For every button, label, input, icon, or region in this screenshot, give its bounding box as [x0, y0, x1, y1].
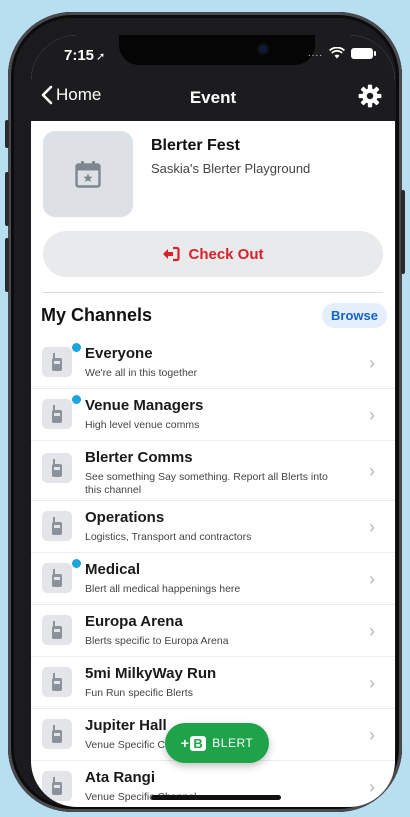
- channel-name: Jupiter Hall: [85, 717, 167, 734]
- sign-out-icon: [163, 246, 181, 262]
- walkie-talkie-icon: [52, 459, 62, 477]
- walkie-talkie-icon: [52, 725, 62, 743]
- phone-frame: 7:15 ➚ .... Home Event Blerter Fest Sask…: [5, 12, 405, 812]
- chevron-right-icon: ›: [369, 621, 375, 641]
- status-indicators: ....: [307, 47, 376, 59]
- channel-name: Blerter Comms: [85, 449, 193, 466]
- divider: [43, 292, 383, 293]
- check-out-button[interactable]: Check Out: [43, 231, 383, 277]
- notch: [119, 35, 315, 65]
- channel-icon-box: [42, 347, 72, 377]
- page-title: Event: [189, 88, 237, 107]
- blert-label: BLERT: [212, 736, 254, 750]
- event-subtitle: Saskia's Blerter Playground: [151, 161, 311, 176]
- chevron-right-icon: ›: [369, 569, 375, 589]
- channel-description: We're all in this together: [85, 367, 198, 379]
- chevron-right-icon: ›: [369, 673, 375, 693]
- channel-icon-box: [42, 771, 72, 801]
- event-title: Blerter Fest: [151, 137, 240, 154]
- chevron-right-icon: ›: [369, 461, 375, 481]
- app-screen: 7:15 ➚ .... Home Event Blerter Fest Sask…: [31, 35, 395, 807]
- home-indicator: [151, 795, 281, 800]
- channel-name: Medical: [85, 561, 141, 578]
- channel-icon-box: [42, 453, 72, 483]
- settings-gear-icon[interactable]: [357, 83, 383, 109]
- channel-name: Everyone: [85, 345, 153, 362]
- power-button: [401, 190, 405, 274]
- signal-dots: ....: [307, 47, 323, 59]
- channel-icon-box: [42, 667, 72, 697]
- volume-down-button: [5, 238, 9, 292]
- check-out-label: Check Out: [188, 245, 264, 263]
- chevron-right-icon: ›: [369, 777, 375, 797]
- nav-bar: Home Event: [31, 79, 395, 121]
- chevron-right-icon: ›: [369, 725, 375, 745]
- volume-up-button: [5, 172, 9, 226]
- battery-icon: [351, 47, 376, 59]
- unread-indicator: [72, 559, 81, 568]
- event-thumbnail: [43, 131, 133, 217]
- walkie-talkie-icon: [52, 569, 62, 587]
- unread-indicator: [72, 395, 81, 404]
- channel-icon-box: [42, 719, 72, 749]
- walkie-talkie-icon: [52, 621, 62, 639]
- channel-icon-box: [42, 563, 72, 593]
- camera: [259, 45, 267, 53]
- channel-item-venue-managers[interactable]: Venue Managers High level venue comms ›: [31, 389, 395, 441]
- channel-item-milkyway-run[interactable]: 5mi MilkyWay Run Fun Run specific Blerts…: [31, 657, 395, 709]
- channel-description: Logistics, Transport and contractors: [85, 531, 252, 543]
- wifi-icon: [329, 47, 345, 59]
- walkie-talkie-icon: [52, 405, 62, 423]
- channel-description: See something Say something. Report all …: [85, 471, 328, 496]
- channel-description: Fun Run specific Blerts: [85, 687, 193, 699]
- channel-item-everyone[interactable]: Everyone We're all in this together ›: [31, 337, 395, 389]
- blert-logo-icon: + B: [181, 735, 207, 751]
- walkie-talkie-icon: [52, 673, 62, 691]
- walkie-talkie-icon: [52, 777, 62, 795]
- channel-name: Europa Arena: [85, 613, 183, 630]
- channel-item-ata-rangi[interactable]: Ata Rangi Venue Specific Channel ›: [31, 761, 395, 807]
- channel-name: Operations: [85, 509, 165, 526]
- walkie-talkie-icon: [52, 353, 62, 371]
- location-arrow-icon: ➚: [96, 51, 106, 63]
- browse-button[interactable]: Browse: [322, 303, 387, 328]
- channel-item-operations[interactable]: Operations Logistics, Transport and cont…: [31, 501, 395, 553]
- unread-indicator: [72, 343, 81, 352]
- channel-name: Ata Rangi: [85, 769, 156, 786]
- top-bar: 7:15 ➚ .... Home Event: [31, 35, 395, 121]
- calendar-star-icon: [75, 161, 101, 188]
- channel-icon-box: [42, 399, 72, 429]
- channel-icon-box: [42, 511, 72, 541]
- chevron-right-icon: ›: [369, 405, 375, 425]
- channel-item-medical[interactable]: Medical Blert all medical happenings her…: [31, 553, 395, 605]
- channels-section-title: My Channels: [41, 305, 153, 325]
- channel-name: Venue Managers: [85, 397, 204, 414]
- channel-description: Blerts specific to Europa Arena: [85, 635, 229, 647]
- channel-description: Blert all medical happenings here: [85, 583, 241, 595]
- channel-item-europa-arena[interactable]: Europa Arena Blerts specific to Europa A…: [31, 605, 395, 657]
- channel-description: High level venue comms: [85, 419, 200, 431]
- status-time: 7:15 ➚: [64, 47, 106, 64]
- event-header: Blerter Fest Saskia's Blerter Playground: [43, 131, 383, 217]
- blert-plus: +: [180, 735, 190, 751]
- blert-button[interactable]: + B BLERT: [165, 723, 269, 763]
- blert-logo-letter: B: [190, 735, 207, 751]
- walkie-talkie-icon: [52, 517, 62, 535]
- channel-name: 5mi MilkyWay Run: [85, 665, 217, 682]
- silent-switch: [5, 120, 9, 148]
- channel-item-blerter-comms[interactable]: Blerter Comms See something Say somethin…: [31, 441, 395, 501]
- chevron-right-icon: ›: [369, 517, 375, 537]
- channel-icon-box: [42, 615, 72, 645]
- chevron-right-icon: ›: [369, 353, 375, 373]
